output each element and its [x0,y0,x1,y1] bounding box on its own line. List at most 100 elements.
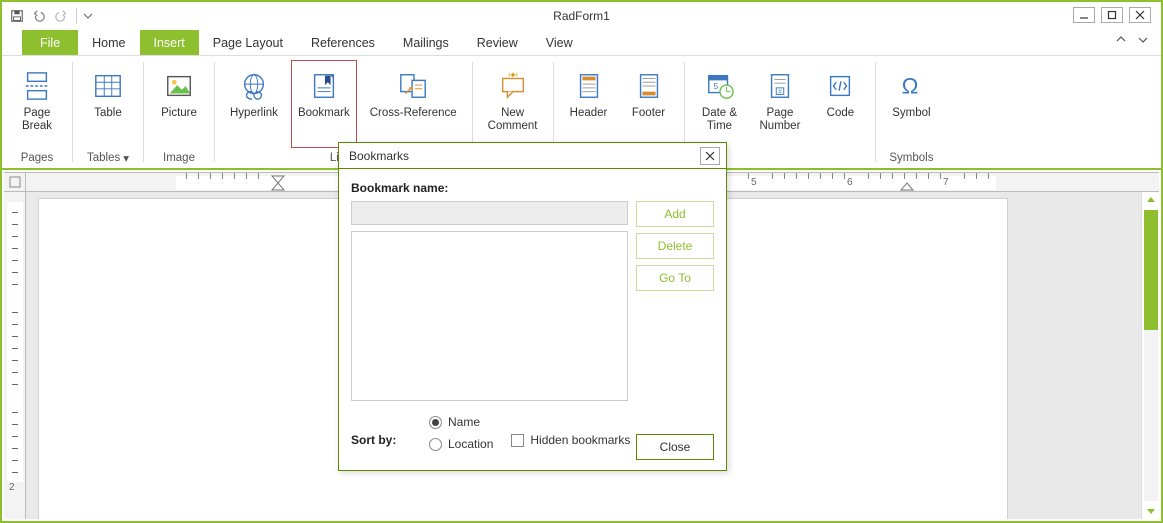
svg-text:#: # [778,89,782,96]
scroll-down-button[interactable] [1143,503,1159,519]
page-number-label: PageNumber [760,107,801,135]
bookmarks-dialog: Bookmarks Bookmark name: Add Delete Go T… [338,142,727,471]
dialog-titlebar[interactable]: Bookmarks [339,143,726,169]
dialog-close-icon[interactable] [700,147,720,165]
hyperlink-button[interactable]: Hyperlink [223,60,285,148]
header-icon [572,69,606,103]
new-comment-label: NewComment [488,107,538,135]
date-time-label: Date &Time [702,107,737,135]
redo-button[interactable] [52,7,70,25]
code-label: Code [827,107,855,135]
ruler-corner [4,173,26,191]
hyperlink-icon [237,69,271,103]
code-icon [823,69,857,103]
svg-text:Ω: Ω [902,74,919,99]
svg-text:5: 5 [713,81,718,91]
ruler-tick-5: 5 [751,177,757,188]
save-button[interactable] [8,7,26,25]
tab-references[interactable]: References [297,30,389,55]
qat-separator [76,8,77,24]
scroll-up-button[interactable] [1143,192,1159,208]
group-tables: Table Tables▾ [73,56,143,168]
page-number-button[interactable]: # PageNumber [753,60,808,148]
goto-button[interactable]: Go To [636,265,714,291]
tab-view[interactable]: View [532,30,587,55]
datetime-icon: 5 [703,69,737,103]
dialog-title: Bookmarks [349,149,409,163]
hidden-bookmarks-checkbox[interactable]: Hidden bookmarks [511,415,630,447]
app-window: RadForm1 File Home Insert Page Layout Re… [0,0,1163,523]
maximize-button[interactable] [1101,7,1123,23]
bookmark-label: Bookmark [298,107,350,135]
symbol-label: Symbol [892,107,930,135]
group-image-label: Image [163,148,195,166]
indent-first-line-marker[interactable] [271,175,285,191]
tab-file[interactable]: File [22,30,78,55]
footer-button[interactable]: Footer [622,60,676,148]
group-image: Picture Image [144,56,214,168]
close-button[interactable] [1129,7,1151,23]
sortby-label: Sort by: [351,415,411,447]
delete-button[interactable]: Delete [636,233,714,259]
table-label: Table [94,107,122,135]
tab-insert[interactable]: Insert [140,30,199,55]
ruler-v-tick: 2 [9,482,15,493]
pagenum-icon: # [763,69,797,103]
footer-label: Footer [632,107,665,135]
ruler-tick-6: 6 [847,177,853,188]
titlebar: RadForm1 [2,2,1161,30]
group-pages-label: Pages [21,148,54,166]
add-button[interactable]: Add [636,201,714,227]
bookmark-name-input[interactable] [351,201,628,225]
new-comment-button[interactable]: NewComment [481,60,545,148]
checkbox-icon [511,434,524,447]
ribbon-help-controls [1113,32,1151,48]
cross-reference-button[interactable]: Cross-Reference [363,60,464,148]
code-button[interactable]: Code [813,60,867,148]
sort-location-radio[interactable]: Location [429,437,493,451]
header-button[interactable]: Header [562,60,616,148]
tab-review[interactable]: Review [463,30,532,55]
radio-icon [429,438,442,451]
hyperlink-label: Hyperlink [230,107,278,135]
minimize-button[interactable] [1073,7,1095,23]
bookmark-list[interactable] [351,231,628,401]
page-break-button[interactable]: PageBreak [10,60,64,148]
group-tables-label: Tables▾ [87,148,129,166]
table-button[interactable]: Table [81,60,135,148]
close-button[interactable]: Close [636,434,714,460]
page-break-icon [20,69,54,103]
header-label: Header [570,107,608,135]
scroll-thumb[interactable] [1144,210,1158,330]
bookmark-icon [307,69,341,103]
qat-customize[interactable] [83,7,93,25]
group-symbols: Ω Symbol Symbols [876,56,946,168]
undo-button[interactable] [30,7,48,25]
footer-icon [632,69,666,103]
indent-right-marker[interactable] [900,175,914,191]
help-button[interactable] [1135,32,1151,48]
tab-mailings[interactable]: Mailings [389,30,463,55]
scroll-track[interactable] [1144,210,1158,501]
cross-reference-label: Cross-Reference [370,107,457,135]
tab-page-layout[interactable]: Page Layout [199,30,297,55]
radio-icon [429,416,442,429]
ruler-vertical[interactable]: 2 [4,192,26,519]
date-time-button[interactable]: 5 Date &Time [693,60,747,148]
picture-label: Picture [161,107,197,135]
table-icon [91,69,125,103]
symbol-icon: Ω [894,69,928,103]
sort-name-radio[interactable]: Name [429,415,493,429]
group-symbols-label: Symbols [889,148,933,166]
window-title: RadForm1 [553,9,610,23]
picture-button[interactable]: Picture [152,60,206,148]
ribbon-collapse-button[interactable] [1113,32,1129,48]
symbol-button[interactable]: Ω Symbol [884,60,938,148]
vertical-scrollbar[interactable] [1141,192,1159,519]
bookmark-button[interactable]: Bookmark [291,60,357,148]
ruler-tick-7: 7 [943,177,949,188]
group-pages: PageBreak Pages [2,56,72,168]
tab-home[interactable]: Home [78,30,139,55]
crossref-icon [396,69,430,103]
chevron-down-icon[interactable]: ▾ [123,151,129,165]
